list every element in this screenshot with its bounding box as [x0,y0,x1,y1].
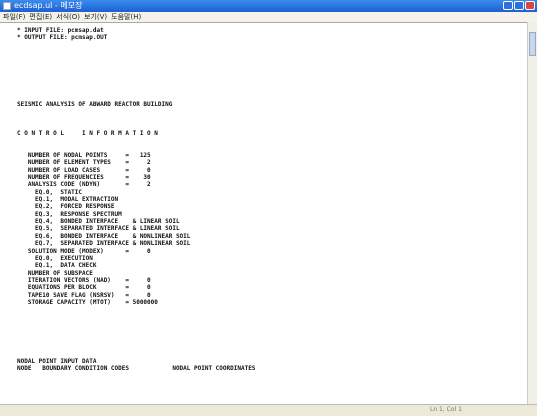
text-line: NUMBER OF LOAD CASES = 0 [17,166,151,174]
text-line: NUMBER OF SUBSPACE [17,269,93,277]
text-line: EQ.6, BONDED INTERFACE & NONLINEAR SOIL [17,232,191,240]
text-line: NODE BOUNDARY CONDITION CODES NODAL POIN… [17,365,256,373]
status-bar: Ln 1, Col 1 [0,404,537,416]
text-line: NUMBER OF ELEMENT TYPES = 2 [17,159,151,167]
text-line: EQ.2, FORCED RESPONSE [17,203,115,211]
menu-help[interactable]: 도움말(H) [111,12,141,22]
maximize-button[interactable] [514,1,524,10]
text-line: EQ.1, MODAL EXTRACTION [17,196,119,204]
menu-bar: 파일(F) 편집(E) 서식(O) 보기(V) 도움말(H) [0,12,537,22]
text-line: NUMBER OF FREQUENCIES = 30 [17,174,151,181]
window-controls [503,1,535,10]
text-line: ANALYSIS CODE (NDYN) = 2 [17,181,151,189]
notepad-icon [3,2,11,10]
minimize-button[interactable] [503,1,513,10]
text-line: * INPUT FILE: pcmsap.dat [17,27,104,34]
title-bar[interactable]: ecdsap.ul - 메모장 [0,0,537,12]
scrollbar-thumb[interactable] [529,32,536,56]
text-line: * OUTPUT FILE: pcmsap.OUT [17,34,108,42]
menu-format[interactable]: 서식(O) [56,12,80,22]
text-line: STORAGE CAPACITY (MTOT) = 5000000 [17,298,158,306]
close-button[interactable] [525,1,535,10]
text-line: EQ.5, SEPARATED INTERFACE & LINEAR SOIL [17,225,180,233]
text-line: EQ.3, RESPONSE SPECTRUM [17,210,122,218]
text-line: NODAL POINT INPUT DATA [17,357,97,365]
menu-view[interactable]: 보기(V) [84,12,107,22]
text-line: TAPE10 SAVE FLAG (NSRSV) = 0 [17,291,151,299]
cursor-position: Ln 1, Col 1 [430,406,462,413]
text-line: EQUATIONS PER BLOCK = 0 [17,284,151,292]
text-line: EQ.0, EXECUTION [17,254,93,262]
text-line: EQ.7, SEPARATED INTERFACE & NONLINEAR SO… [17,240,191,248]
text-line: NUMBER OF NODAL POINTS = 125 [17,151,151,159]
text-line: C O N T R O L I N F O R M A T I O N [17,129,158,137]
text-editor[interactable]: * INPUT FILE: pcmsap.dat * OUTPUT FILE: p… [0,22,527,404]
text-line: EQ.0, STATIC [17,188,83,196]
window-title: ecdsap.ul - 메모장 [14,1,83,10]
text-line: EQ.4, BONDED INTERFACE & LINEAR SOIL [17,218,180,226]
vertical-scrollbar[interactable] [527,22,537,404]
menu-file[interactable]: 파일(F) [3,12,25,22]
text-line: EQ.1, DATA CHECK [17,262,97,270]
notepad-window: ecdsap.ul - 메모장 파일(F) 편집(E) 서식(O) 보기(V) … [0,0,537,416]
menu-edit[interactable]: 편집(E) [29,12,52,22]
text-line: ITERATION VECTORS (NAD) = 0 [17,276,151,284]
text-line: SEISMIC ANALYSIS OF ABWARD REACTOR BUILD… [17,100,173,108]
text-line: SOLUTION MODE (MODEX) = 0 [17,247,151,255]
